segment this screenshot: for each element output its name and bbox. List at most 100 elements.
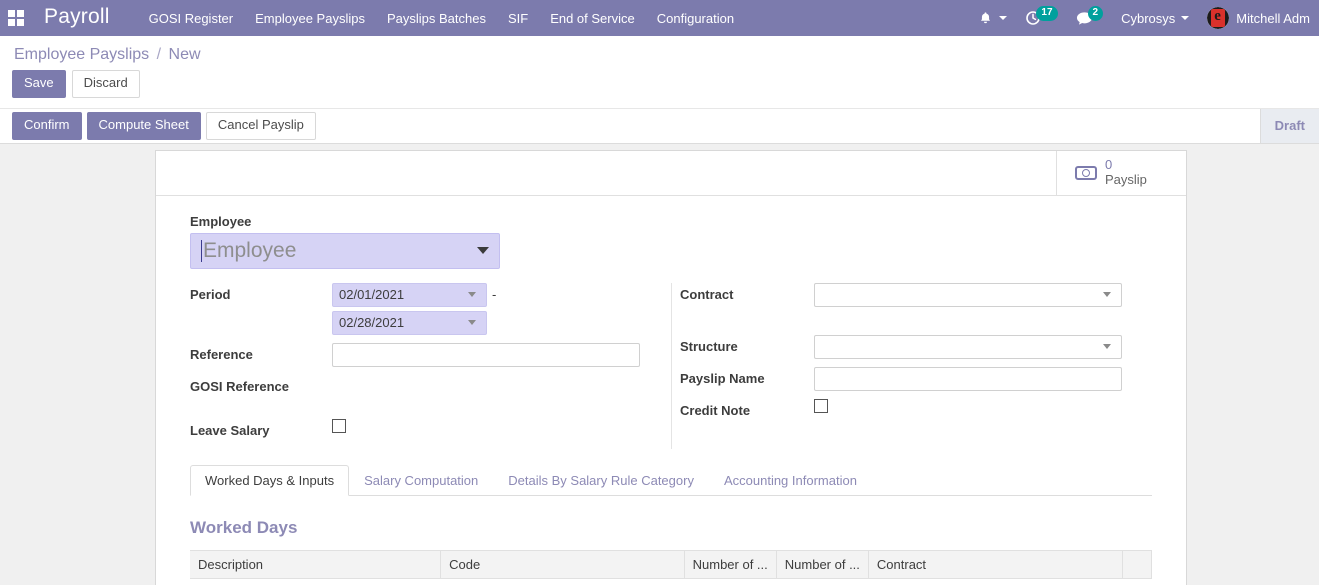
tab-worked-days-inputs[interactable]: Worked Days & Inputs (190, 464, 350, 496)
menu-item-end-of-service[interactable]: End of Service (539, 2, 646, 35)
user-name-label: Mitchell Adm (1236, 10, 1310, 26)
add-a-line-link[interactable]: Add a line (190, 579, 1152, 585)
reference-label: Reference (190, 346, 253, 362)
app-brand-payroll[interactable]: Payroll (34, 5, 120, 31)
systray: 17 2 Cybrosys Mitchell Adm (969, 0, 1319, 36)
leave-salary-checkbox[interactable] (332, 418, 346, 433)
menu-item-gosi-register[interactable]: GOSI Register (138, 2, 245, 35)
field-gosi-reference: GOSI Reference (190, 375, 671, 397)
worked-days-title: Worked Days (190, 517, 298, 537)
payslip-name-input[interactable] (814, 366, 1122, 391)
menu-item-payslips-batches[interactable]: Payslips Batches (376, 2, 497, 35)
action-bar: Confirm Compute Sheet Cancel Payslip Dra… (0, 107, 1319, 144)
breadcrumb-root[interactable]: Employee Payslips (14, 46, 149, 63)
chevron-down-icon[interactable] (477, 247, 489, 255)
period-separator: - (492, 287, 497, 303)
text-cursor (201, 239, 202, 262)
period-from-value: 02/01/2021 (339, 287, 405, 303)
field-leave-salary: Leave Salary (190, 418, 671, 441)
apps-grid-square (17, 19, 24, 26)
credit-note-checkbox[interactable] (814, 398, 828, 413)
company-name: Cybrosys (1121, 10, 1176, 26)
breadcrumb: Employee Payslips / New (0, 36, 1319, 68)
chevron-down-icon (1181, 16, 1190, 20)
employee-input[interactable]: Employee (190, 232, 500, 269)
chevron-down-icon[interactable] (1103, 292, 1111, 298)
avatar (1207, 7, 1230, 29)
tab-panel-worked-days: Worked Days Description Code Number of .… (190, 496, 1153, 585)
payslip-stat-button[interactable]: 0 Payslip (1056, 150, 1186, 195)
reference-input[interactable] (332, 342, 640, 367)
field-contract: Contract (672, 282, 1152, 307)
field-period: Period 02/01/2021 - 02/28/2021 (190, 282, 671, 335)
breadcrumb-current: New (168, 46, 201, 63)
period-from-input[interactable]: 02/01/2021 (332, 282, 487, 307)
money-bill-icon (1075, 165, 1097, 180)
discard-button[interactable]: Discard (71, 70, 140, 98)
activities-button[interactable]: 17 (1016, 6, 1066, 26)
structure-select[interactable] (814, 334, 1122, 359)
user-menu[interactable]: Mitchell Adm (1198, 7, 1319, 29)
apps-grid-icon[interactable] (8, 10, 24, 26)
notebook-tabs: Worked Days & Inputs Salary Computation … (190, 464, 1152, 496)
control-panel: Employee Payslips / New Save Discard (0, 36, 1319, 108)
bell-icon (981, 11, 991, 23)
chevron-down-icon[interactable] (468, 320, 476, 326)
contract-select[interactable] (814, 282, 1122, 307)
menu-item-employee-payslips[interactable]: Employee Payslips (244, 2, 376, 35)
structure-label: Structure (680, 338, 738, 354)
worked-days-table: Description Code Number of ... Number of… (190, 549, 1153, 579)
notebook: Worked Days & Inputs Salary Computation … (190, 464, 1153, 585)
tab-details-by-salary-rule-category[interactable]: Details By Salary Rule Category (493, 465, 709, 496)
compute-sheet-button[interactable]: Compute Sheet (86, 111, 201, 140)
menu-item-configuration[interactable]: Configuration (646, 2, 745, 35)
form-view-scroll-area: 0 Payslip Employee Employee Period 02/01… (0, 143, 1319, 585)
employee-placeholder: Employee (203, 238, 297, 262)
apps-grid-square (8, 19, 15, 26)
stat-button-box: 0 Payslip (156, 150, 1186, 196)
column-header-description[interactable]: Description (190, 549, 442, 579)
top-navbar: Payroll GOSI Register Employee Payslips … (0, 0, 1319, 36)
messages-button[interactable]: 2 (1067, 6, 1113, 26)
apps-grid-square (8, 10, 15, 17)
employee-field-group: Employee Employee (190, 214, 1152, 269)
field-structure: Structure (672, 334, 1152, 359)
leave-salary-label: Leave Salary (190, 422, 270, 438)
form-body: Employee Employee Period 02/01/2021 - 02… (156, 196, 1186, 449)
save-button[interactable]: Save (12, 70, 66, 98)
form-columns: Period 02/01/2021 - 02/28/2021 Reference… (190, 282, 1152, 449)
credit-note-label: Credit Note (680, 402, 751, 418)
tab-salary-computation[interactable]: Salary Computation (349, 465, 493, 496)
chevron-down-icon[interactable] (1103, 344, 1111, 350)
confirm-button[interactable]: Confirm (12, 111, 82, 140)
period-label: Period (190, 286, 231, 302)
column-header-code[interactable]: Code (440, 549, 685, 579)
form-column-right: Contract Structure Payslip Name Credit N… (671, 282, 1152, 449)
employee-label: Employee (190, 213, 252, 229)
tab-accounting-information[interactable]: Accounting Information (709, 465, 872, 496)
gosi-reference-label: GOSI Reference (190, 378, 289, 394)
form-column-left: Period 02/01/2021 - 02/28/2021 Reference… (190, 282, 671, 449)
chevron-down-icon (999, 16, 1008, 20)
company-switcher[interactable]: Cybrosys (1112, 11, 1198, 26)
apps-grid-square (17, 10, 24, 17)
period-to-value: 02/28/2021 (339, 315, 405, 331)
message-count-badge: 2 (1087, 6, 1104, 21)
contract-label: Contract (680, 286, 734, 302)
chevron-down-icon[interactable] (468, 292, 476, 298)
field-payslip-name: Payslip Name (672, 366, 1152, 391)
payslip-count-value: 0 (1105, 156, 1113, 172)
menu-item-sif[interactable]: SIF (497, 2, 539, 35)
breadcrumb-separator: / (156, 46, 162, 63)
column-header-number-of-hours[interactable]: Number of ... (776, 549, 869, 579)
status-badge[interactable]: Draft (1259, 108, 1319, 143)
activity-count-badge: 17 (1036, 6, 1058, 21)
period-to-input[interactable]: 02/28/2021 (332, 310, 487, 335)
notifications-bell-button[interactable] (969, 11, 1016, 26)
column-header-number-of-days[interactable]: Number of ... (684, 549, 777, 579)
column-header-contract[interactable]: Contract (868, 549, 1123, 579)
cancel-payslip-button[interactable]: Cancel Payslip (205, 111, 316, 140)
field-reference: Reference (190, 342, 671, 367)
field-credit-note: Credit Note (672, 398, 1152, 421)
table-header-row: Description Code Number of ... Number of… (190, 549, 1153, 579)
